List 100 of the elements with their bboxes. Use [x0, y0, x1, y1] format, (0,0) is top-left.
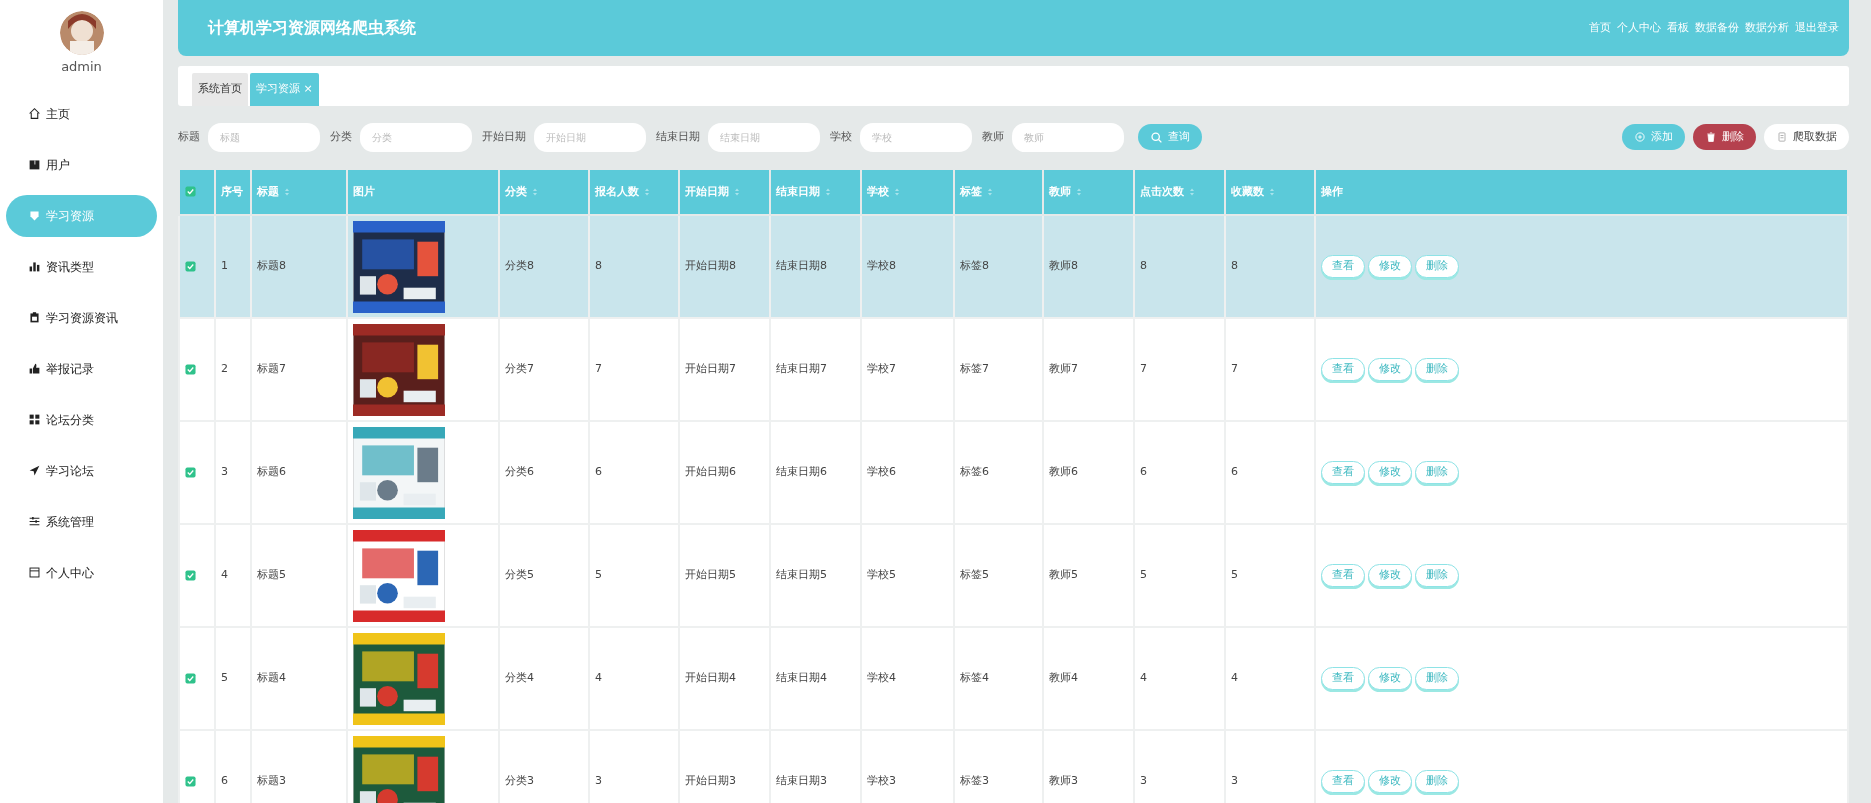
checkbox[interactable]: [185, 186, 196, 198]
edit-button[interactable]: 修改: [1368, 461, 1412, 484]
table-cell: 标题4: [257, 671, 286, 685]
sidebar-item[interactable]: 用户: [6, 143, 157, 186]
user-name: admin: [60, 58, 103, 76]
delete-button[interactable]: 删除: [1415, 667, 1459, 690]
checkbox[interactable]: [185, 466, 196, 478]
grid-icon: [28, 413, 41, 426]
filter-field[interactable]: 标题: [208, 122, 320, 152]
table-row[interactable]: 3 标题6 分类6 6 开始日期6 结束日期6 学校6 标签6 教师6 6 6 查看 修改 删除: [179, 421, 1848, 524]
table-cell: 2: [221, 362, 228, 376]
checkbox[interactable]: [185, 363, 196, 375]
delete-button[interactable]: 删除: [1415, 770, 1459, 793]
table-cell: 7: [1140, 362, 1147, 376]
table-cell: 教师5: [1049, 568, 1078, 582]
clipboard-icon: [28, 311, 41, 324]
sidebar-item[interactable]: 举报记录: [6, 347, 157, 390]
view-button[interactable]: 查看: [1321, 667, 1365, 690]
checkbox[interactable]: [185, 260, 196, 272]
filter-label: 标题: [178, 128, 200, 145]
home-icon: [28, 107, 41, 120]
nav-link[interactable]: 数据备份: [1695, 19, 1739, 37]
nav-link[interactable]: 看板: [1667, 19, 1689, 37]
column-header: 图片: [353, 183, 375, 200]
avatar: [59, 11, 104, 55]
search-icon: [1150, 130, 1163, 144]
filter-label: 学校: [830, 128, 852, 145]
table-row[interactable]: 1 标题8 分类8 8 开始日期8 结束日期8 学校8 标签8 教师8 8 8 查看 修改 删除: [179, 215, 1848, 318]
table-cell: 5: [1140, 568, 1147, 582]
table-row[interactable]: 2 标题7 分类7 7 开始日期7 结束日期7 学校7 标签7 教师7 7 7 查看 修改 删除: [179, 318, 1848, 421]
table-cell: 标签7: [960, 362, 989, 376]
table-cell: 分类5: [505, 568, 534, 582]
filter-field[interactable]: 教师: [1012, 122, 1124, 152]
crawl-button[interactable]: 爬取数据: [1764, 124, 1849, 150]
column-header: 标题: [257, 183, 279, 200]
search-button[interactable]: 查询: [1138, 124, 1202, 150]
table-cell: 开始日期8: [685, 259, 736, 273]
sidebar-item[interactable]: 个人中心: [6, 551, 157, 594]
view-button[interactable]: 查看: [1321, 770, 1365, 793]
table-cell: 5: [221, 671, 228, 685]
sidebar-item[interactable]: 主页: [6, 92, 157, 135]
table-row[interactable]: 4 标题5 分类5 5 开始日期5 结束日期5 学校5 标签5 教师5 5 5 查看 修改 删除: [179, 524, 1848, 627]
document-icon: [1776, 131, 1788, 143]
nav-link[interactable]: 数据分析: [1745, 19, 1789, 37]
view-button[interactable]: 查看: [1321, 564, 1365, 587]
table-cell: 3: [221, 465, 228, 479]
table-cell: 开始日期4: [685, 671, 736, 685]
checkbox[interactable]: [185, 569, 196, 581]
sidebar-item[interactable]: 系统管理: [6, 500, 157, 543]
view-button[interactable]: 查看: [1321, 255, 1365, 278]
table-cell: 开始日期7: [685, 362, 736, 376]
column-header: 标签: [960, 183, 982, 200]
table-cell: 学校4: [867, 671, 896, 685]
nav-link[interactable]: 退出登录: [1795, 19, 1839, 37]
nav-link[interactable]: 个人中心: [1617, 19, 1661, 37]
checkbox[interactable]: [185, 775, 196, 787]
table-cell: 教师7: [1049, 362, 1078, 376]
delete-button[interactable]: 删除: [1415, 358, 1459, 381]
delete-button[interactable]: 删除: [1415, 255, 1459, 278]
column-header: 操作: [1321, 183, 1343, 200]
table-cell: 结束日期4: [776, 671, 827, 685]
sidebar-item[interactable]: 论坛分类: [6, 398, 157, 441]
sidebar-item[interactable]: 学习资源: [6, 194, 157, 237]
edit-button[interactable]: 修改: [1368, 358, 1412, 381]
table-row[interactable]: 6 标题3 分类3 3 开始日期3 结束日期3 学校3 标签3 教师3 3 3 查看 修改 删除: [179, 730, 1848, 803]
checkbox[interactable]: [185, 672, 196, 684]
table-cell: 学校3: [867, 774, 896, 788]
table-cell: 结束日期3: [776, 774, 827, 788]
sidebar-item[interactable]: 学习资源资讯: [6, 296, 157, 339]
table-cell: 学校6: [867, 465, 896, 479]
table-cell: 8: [595, 259, 602, 273]
table-cell: 标题7: [257, 362, 286, 376]
table-row[interactable]: 5 标题4 分类4 4 开始日期4 结束日期4 学校4 标签4 教师4 4 4 查看 修改 删除: [179, 627, 1848, 730]
nav-link[interactable]: 首页: [1589, 19, 1611, 37]
add-button[interactable]: 添加: [1622, 124, 1685, 150]
filter-field[interactable]: 学校: [860, 122, 972, 152]
edit-button[interactable]: 修改: [1368, 667, 1412, 690]
table-cell: 学校5: [867, 568, 896, 582]
view-button[interactable]: 查看: [1321, 461, 1365, 484]
column-header: 开始日期: [685, 183, 729, 200]
edit-button[interactable]: 修改: [1368, 255, 1412, 278]
table-cell: 分类4: [505, 671, 534, 685]
table-cell: 标签8: [960, 259, 989, 273]
delete-button[interactable]: 删除: [1415, 461, 1459, 484]
table-cell: 标题3: [257, 774, 286, 788]
edit-button[interactable]: 修改: [1368, 564, 1412, 587]
edit-button[interactable]: 修改: [1368, 770, 1412, 793]
column-header: 教师: [1049, 183, 1071, 200]
sidebar-item[interactable]: 资讯类型: [6, 245, 157, 288]
delete-button[interactable]: 删除: [1415, 564, 1459, 587]
tab[interactable]: 系统首页: [192, 73, 248, 106]
table-cell: 标题6: [257, 465, 286, 479]
filter-label: 教师: [982, 128, 1004, 145]
table-cell: 结束日期7: [776, 362, 827, 376]
tab[interactable]: 学习资源 ×: [250, 73, 319, 106]
table-cell: 教师3: [1049, 774, 1078, 788]
column-header: 点击次数: [1140, 183, 1184, 200]
delete-button[interactable]: 删除: [1693, 124, 1756, 150]
sidebar-item[interactable]: 学习论坛: [6, 449, 157, 492]
view-button[interactable]: 查看: [1321, 358, 1365, 381]
